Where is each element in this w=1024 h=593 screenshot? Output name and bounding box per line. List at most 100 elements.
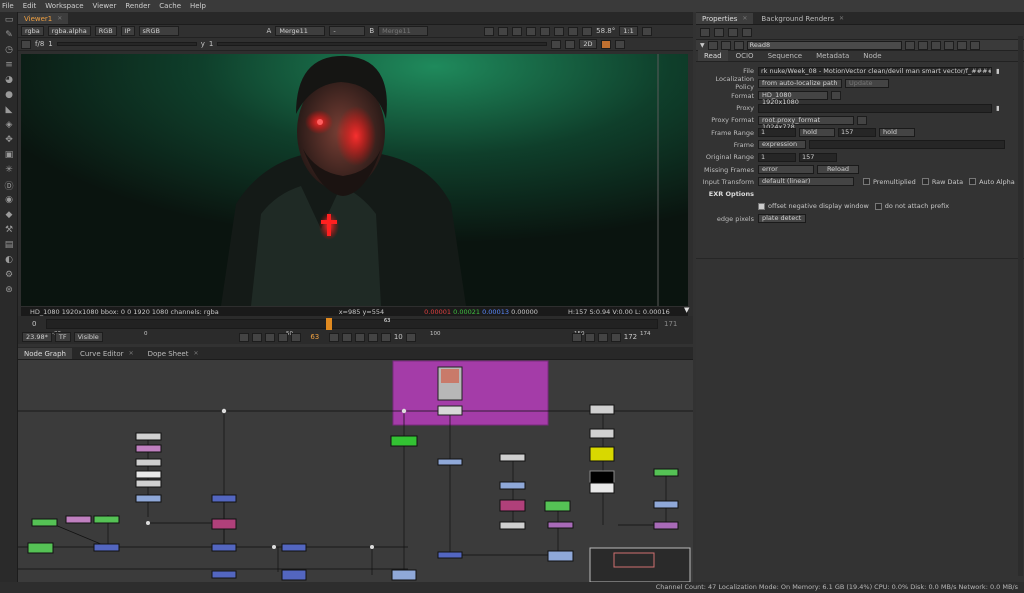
subtab-sequence[interactable]: Sequence xyxy=(762,50,809,61)
before-dropdown[interactable]: hold xyxy=(799,128,835,138)
switch-node[interactable] xyxy=(211,518,237,530)
view-mode-dropdown[interactable]: 2D xyxy=(579,39,597,49)
reload-button[interactable]: Reload xyxy=(817,165,859,175)
lock-icon[interactable] xyxy=(700,27,710,37)
furnace-nodes-icon[interactable]: ◐ xyxy=(2,255,16,265)
merge-node[interactable] xyxy=(93,543,120,552)
export-icon[interactable] xyxy=(610,332,621,342)
read-node[interactable] xyxy=(589,404,615,415)
menu-file[interactable]: File xyxy=(2,2,14,10)
frame-field[interactable]: 63 xyxy=(304,333,326,341)
close-icon[interactable]: ✕ xyxy=(839,15,844,22)
grade-node[interactable] xyxy=(93,515,120,524)
node-name-field[interactable]: Read8 xyxy=(746,40,902,50)
fullscreen-icon[interactable] xyxy=(641,26,652,36)
original-end-field[interactable]: 157 xyxy=(799,152,837,162)
float-icon[interactable] xyxy=(956,40,967,50)
increment-field[interactable]: 10 xyxy=(394,333,403,341)
undo-icon[interactable] xyxy=(904,40,915,50)
views-nodes-icon[interactable]: ◉ xyxy=(2,195,16,205)
goto-end-icon[interactable] xyxy=(367,332,378,342)
timeline-playhead[interactable] xyxy=(325,318,332,330)
grade-node[interactable] xyxy=(653,468,679,477)
redo-icon[interactable] xyxy=(917,40,928,50)
proxy-icon[interactable] xyxy=(582,26,593,36)
transform-node[interactable] xyxy=(65,515,92,524)
time-nodes-icon[interactable]: ◷ xyxy=(2,45,16,55)
folder-icon[interactable]: ▮ xyxy=(996,67,1000,75)
properties-scrollbar[interactable] xyxy=(1018,36,1023,576)
backdrop-node[interactable] xyxy=(392,360,549,426)
merge-node[interactable] xyxy=(437,458,463,466)
3d-nodes-icon[interactable]: ▣ xyxy=(2,150,16,160)
after-dropdown[interactable]: hold xyxy=(879,128,915,138)
clear-icon[interactable] xyxy=(728,27,738,37)
gizmos-icon[interactable]: ⚙ xyxy=(2,270,16,280)
display-dropdown[interactable]: RGB xyxy=(94,26,117,36)
particles-nodes-icon[interactable]: ✳ xyxy=(2,165,16,175)
proxy-format-dropdown[interactable]: root.proxy_format 1024x778 xyxy=(758,115,854,130)
merge-node[interactable] xyxy=(653,500,679,509)
transform-node[interactable] xyxy=(135,444,162,453)
proxy-format-edit-icon[interactable] xyxy=(857,115,867,125)
read-node[interactable] xyxy=(437,405,463,416)
alpha-dropdown[interactable]: rgba.alpha xyxy=(47,26,91,36)
channel-nodes-icon[interactable]: ≡ xyxy=(2,60,16,70)
read-node[interactable] xyxy=(135,470,162,479)
gain-slider[interactable] xyxy=(56,42,197,46)
frame-range-end[interactable]: 157 xyxy=(838,128,876,138)
node-graph[interactable] xyxy=(18,347,693,582)
prev-keyframe-icon[interactable] xyxy=(264,332,275,342)
play-forward-icon[interactable] xyxy=(328,332,339,342)
revert-icon[interactable] xyxy=(930,40,941,50)
subtab-node[interactable]: Node xyxy=(857,50,887,61)
edge-pixels-dropdown[interactable]: plate detect xyxy=(758,214,806,224)
lock-icon[interactable] xyxy=(614,39,625,49)
help-icon[interactable] xyxy=(943,40,954,50)
offset-checkbox[interactable] xyxy=(758,202,765,210)
play-backward-icon[interactable] xyxy=(290,332,301,342)
wipe-icon[interactable] xyxy=(526,26,537,36)
last-frame-field[interactable]: 172 xyxy=(624,333,637,341)
skip-forward-icon[interactable] xyxy=(405,332,416,342)
skip-back-icon[interactable] xyxy=(380,332,391,342)
dot-node[interactable] xyxy=(221,408,227,414)
color-nodes-icon[interactable]: ◕ xyxy=(2,75,16,85)
format-edit-icon[interactable] xyxy=(831,91,841,101)
transform-node[interactable] xyxy=(653,521,679,530)
tab-properties[interactable]: Properties ✕ xyxy=(696,13,754,24)
close-icon[interactable]: ✕ xyxy=(742,15,747,22)
read-node[interactable] xyxy=(589,482,615,494)
tf-dropdown[interactable]: TF xyxy=(54,332,71,342)
stop-icon[interactable] xyxy=(584,332,595,342)
raw-data-checkbox[interactable] xyxy=(921,178,929,186)
grade-node[interactable] xyxy=(544,500,571,512)
tab-background-renders[interactable]: Background Renders ✕ xyxy=(755,13,850,24)
plugins-icon[interactable]: ⊛ xyxy=(2,285,16,295)
format-dropdown[interactable]: HD_1080 1920x1080 xyxy=(758,91,828,106)
tab-node-graph[interactable]: Node Graph xyxy=(18,348,72,359)
folder-icon[interactable]: ▮ xyxy=(996,104,1000,112)
refresh-icon[interactable] xyxy=(554,26,565,36)
prev-frame-icon[interactable] xyxy=(277,332,288,342)
timeline-slider[interactable] xyxy=(46,318,658,330)
transform-nodes-icon[interactable]: ✥ xyxy=(2,135,16,145)
read-node[interactable] xyxy=(135,432,162,441)
loop-icon[interactable] xyxy=(238,332,249,342)
clipping-icon[interactable] xyxy=(498,26,509,36)
merge-node[interactable] xyxy=(281,569,307,581)
node-info-icon[interactable] xyxy=(733,40,744,50)
input-transform-dropdown[interactable]: default (linear) xyxy=(758,177,854,187)
next-keyframe-icon[interactable] xyxy=(354,332,365,342)
channels-dropdown[interactable]: rgba xyxy=(21,26,44,36)
other-nodes-icon[interactable]: ▤ xyxy=(2,240,16,250)
input-a-dropdown[interactable]: Merge11 xyxy=(275,26,326,36)
read-node[interactable] xyxy=(499,521,526,530)
merge-node[interactable] xyxy=(499,481,526,490)
pause-icon[interactable] xyxy=(568,26,579,36)
read-node[interactable] xyxy=(589,428,615,439)
switch-node[interactable] xyxy=(499,499,526,512)
metadata-nodes-icon[interactable]: ◆ xyxy=(2,210,16,220)
subtab-ocio[interactable]: OCIO xyxy=(730,50,760,61)
localization-dropdown[interactable]: from auto-localize path xyxy=(758,78,842,88)
